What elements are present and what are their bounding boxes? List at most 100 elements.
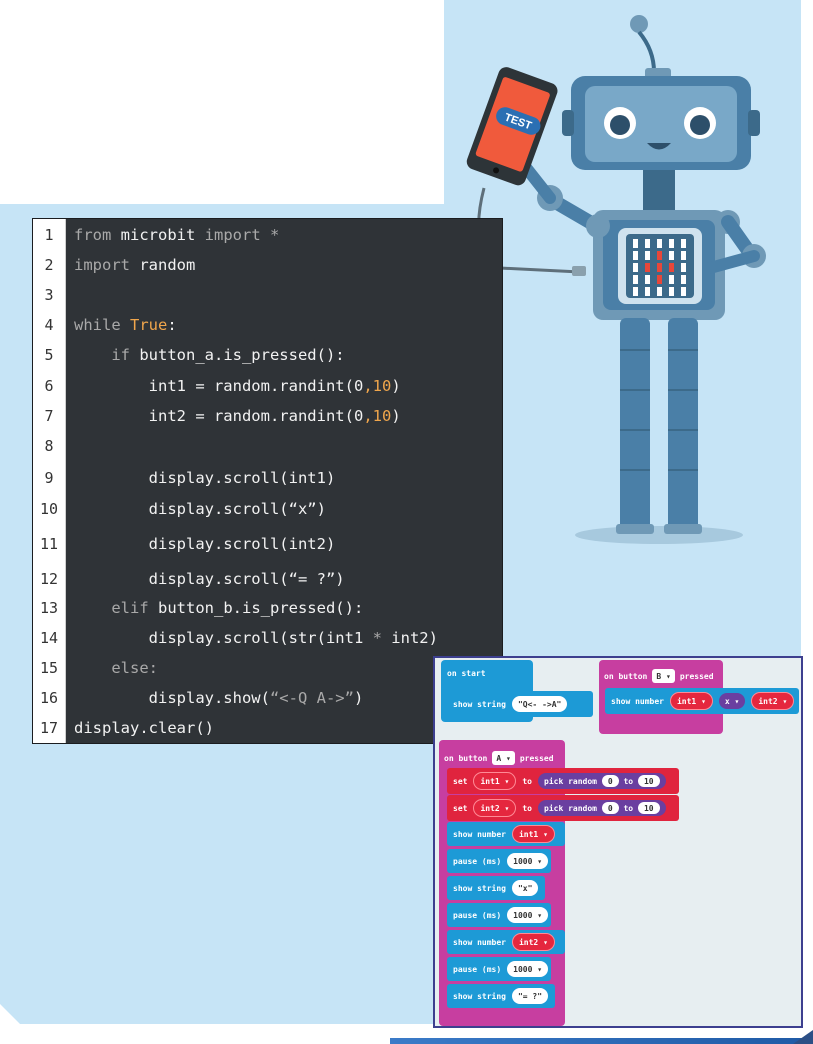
var-int1-pill[interactable]: int1 ▾ <box>669 692 713 710</box>
on-start-label: on start <box>447 669 486 678</box>
range-to[interactable]: 10 <box>637 802 660 814</box>
show-number-label: show number <box>453 937 506 947</box>
line-number: 17 <box>39 719 59 737</box>
set-label: set <box>453 803 468 813</box>
code-token: from <box>74 226 121 244</box>
line-number: 1 <box>44 226 54 244</box>
show-number-var-int2[interactable]: int2 ▾ <box>511 933 555 951</box>
code-token: display.scroll(str(int1 <box>74 629 373 647</box>
pause-label: pause (ms) <box>453 856 502 866</box>
code-token: else: <box>74 659 158 677</box>
range-to[interactable]: 10 <box>637 775 660 787</box>
var-int1-label: int1 <box>518 829 539 839</box>
bottom-accent-triangle <box>793 1030 813 1044</box>
line-number: 14 <box>39 629 59 647</box>
show-string-label: show string <box>453 883 506 893</box>
code-token: display.scroll(“= ?”) <box>74 570 345 588</box>
pause-value[interactable]: 1000 ▾ <box>507 853 549 869</box>
show-number-int2-block[interactable]: show number int2 ▾ <box>447 930 565 954</box>
line-number: 4 <box>44 316 54 334</box>
code-line: while True: <box>74 316 177 334</box>
show-string-block[interactable]: show string "Q<- ->A" <box>447 691 593 717</box>
pause-label: pause (ms) <box>453 910 502 920</box>
code-token: display.show( <box>74 689 270 707</box>
set-int1-block[interactable]: set int1 ▾ to pick random 0 to 10 <box>447 768 679 794</box>
code-token: if <box>74 346 140 364</box>
code-token: int2) <box>381 629 438 647</box>
line-number: 11 <box>39 535 59 553</box>
code-line: if button_a.is_pressed(): <box>74 346 345 364</box>
code-token: * <box>372 629 382 647</box>
button-a-dropdown[interactable]: A ▾ <box>492 751 515 765</box>
robot-antenna-ball <box>630 15 648 33</box>
range-from[interactable]: 0 <box>601 775 619 787</box>
range-to-label: to <box>623 776 634 786</box>
string-value[interactable]: "Q<- ->A" <box>511 696 568 712</box>
code-token: microbit <box>120 226 205 244</box>
code-line: display.scroll(int1) <box>74 469 336 487</box>
code-token: ) <box>353 689 364 707</box>
code-line: from microbit import * <box>74 226 279 244</box>
robot-pupil-right <box>690 115 710 135</box>
pause-value-text: 1000 <box>513 856 533 866</box>
show-number-block[interactable]: show number int1 ▾ x ▾ int2 ▾ <box>605 688 799 714</box>
operator-dropdown[interactable]: x ▾ <box>718 693 746 709</box>
robot-foot-left <box>616 524 654 534</box>
show-number-var-int1[interactable]: int1 ▾ <box>511 825 555 843</box>
set-var-int2-label: int2 <box>480 803 500 813</box>
pause-block-1[interactable]: pause (ms) 1000 ▾ <box>447 849 551 873</box>
string-x[interactable]: "x" <box>511 880 539 896</box>
set-int2-block[interactable]: set int2 ▾ to pick random 0 to 10 <box>447 795 679 821</box>
phone: TEST <box>466 67 558 186</box>
line-number: 3 <box>44 286 54 304</box>
corner-cut <box>0 1004 20 1024</box>
bottom-accent-bar <box>390 1038 813 1044</box>
code-token: : <box>167 316 177 334</box>
pause-value[interactable]: 1000 ▾ <box>507 961 549 977</box>
blocks-editor: on start show string "Q<- ->A" on button… <box>433 656 803 1028</box>
code-token: , <box>363 377 373 395</box>
show-string-x-block[interactable]: show string "x" <box>447 876 545 900</box>
code-line: display.scroll(str(int1 * int2) <box>74 629 438 647</box>
code-line: else: <box>74 659 158 677</box>
code-line: display.scroll(“x”) <box>74 500 326 518</box>
pause-label: pause (ms) <box>453 964 502 974</box>
code-line: display.show(“<-Q A->”) <box>74 689 364 707</box>
pick-random-block[interactable]: pick random 0 to 10 <box>538 800 666 816</box>
set-label: set <box>453 776 468 786</box>
set-var-int1[interactable]: int1 ▾ <box>473 772 517 790</box>
set-var-int1-label: int1 <box>480 776 500 786</box>
line-number: 9 <box>44 469 54 487</box>
pressed-label: pressed <box>679 671 714 681</box>
code-line: elif button_b.is_pressed(): <box>74 599 363 617</box>
set-var-int2[interactable]: int2 ▾ <box>473 799 517 817</box>
code-token: button_a.is_pressed(): <box>139 346 345 364</box>
pick-random-label: pick random <box>544 803 597 813</box>
line-number: 13 <box>39 599 59 617</box>
pause-value[interactable]: 1000 ▾ <box>507 907 549 923</box>
code-token: int2 = random.randint( <box>74 407 354 425</box>
code-token: random <box>139 256 196 274</box>
show-number-label: show number <box>453 829 506 839</box>
line-number: 7 <box>44 407 54 425</box>
range-from[interactable]: 0 <box>601 802 619 814</box>
show-number-int1-block[interactable]: show number int1 ▾ <box>447 822 565 846</box>
code-line: int2 = random.randint(0,10) <box>74 407 401 425</box>
line-number: 8 <box>44 437 54 455</box>
code-token: display.scroll(int1) <box>74 469 336 487</box>
robot-antenna <box>637 30 656 73</box>
pause-block-3[interactable]: pause (ms) 1000 ▾ <box>447 957 551 981</box>
code-line: display.scroll(“= ?”) <box>74 570 345 588</box>
code-token: “<-Q A->” <box>269 689 354 707</box>
range-to-label: to <box>623 803 634 813</box>
string-eq[interactable]: "= ?" <box>511 988 549 1004</box>
show-string-label: show string <box>453 699 506 709</box>
robot-ear-right <box>748 110 760 136</box>
show-string-label: show string <box>453 991 506 1001</box>
var-int2-label: int2 <box>518 937 539 947</box>
pick-random-block[interactable]: pick random 0 to 10 <box>538 773 666 789</box>
var-int2-pill[interactable]: int2 ▾ <box>751 692 795 710</box>
pause-block-2[interactable]: pause (ms) 1000 ▾ <box>447 903 551 927</box>
button-b-dropdown[interactable]: B ▾ <box>652 669 675 683</box>
show-string-eq-block[interactable]: show string "= ?" <box>447 984 555 1008</box>
